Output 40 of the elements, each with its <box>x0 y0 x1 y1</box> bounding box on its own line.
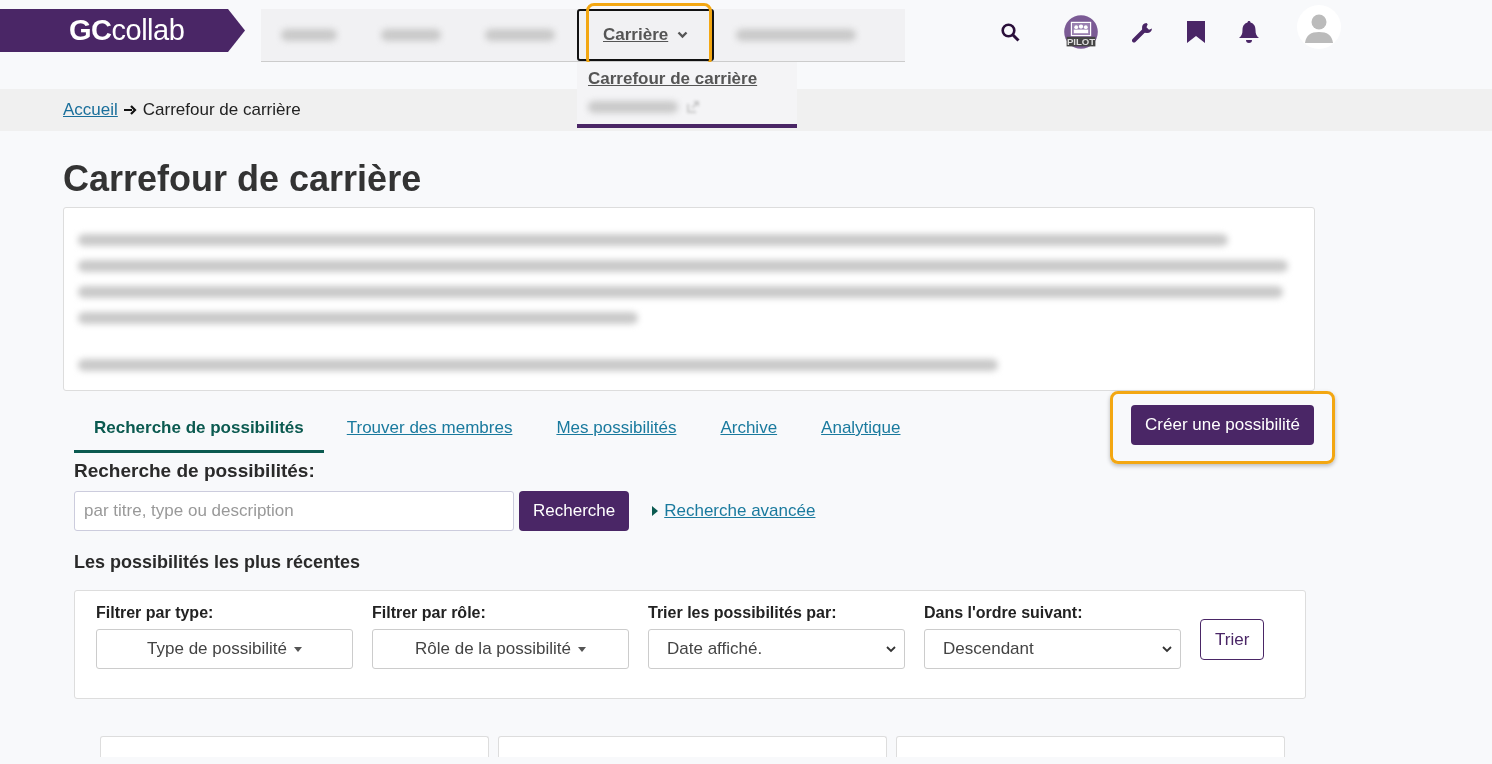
filter-label: Filtrer par type: <box>96 604 215 622</box>
caret-icon <box>577 646 586 652</box>
advanced-search-link[interactable]: Recherche avancée <box>664 501 816 521</box>
filter-label: Trier les possibilités par: <box>648 604 838 622</box>
chevron-icon <box>677 31 689 39</box>
arrow-icon <box>123 105 137 115</box>
search-button[interactable]: Recherche <box>519 491 630 531</box>
tab[interactable]: Archive <box>699 407 799 453</box>
chevron-icon <box>1162 645 1172 653</box>
create-button[interactable]: Créer une possibilité <box>1131 405 1314 445</box>
chevron-icon <box>886 645 896 653</box>
sort-select[interactable]: Date affiché. <box>648 629 905 669</box>
filter-label: Dans l'ordre suivant: <box>924 604 1084 622</box>
bell-icon[interactable] <box>1238 20 1260 44</box>
sort-button[interactable]: Trier <box>1200 619 1265 660</box>
dropdown-link[interactable]: Carrefour de carrière <box>577 68 797 90</box>
filter-dropdown[interactable]: Rôle de la possibilité <box>372 629 629 669</box>
tab[interactable]: Analytique <box>800 407 922 453</box>
gccollab-logo[interactable]: GCcollab <box>0 9 245 52</box>
breadcrumb-current: Carrefour de carrière <box>142 100 301 120</box>
sort-select[interactable]: Descendant <box>924 629 1181 669</box>
tab[interactable]: Recherche de possibilités <box>74 407 324 453</box>
group-pilot-icon[interactable]: PILOT <box>1063 14 1099 50</box>
search-icon[interactable] <box>1001 22 1020 42</box>
filter-dropdown[interactable]: Type de possibilité <box>96 629 353 669</box>
search-label: Recherche de possibilités: <box>74 460 316 482</box>
breadcrumb-link[interactable]: Accueil <box>63 100 118 120</box>
external-link-icon <box>686 100 700 114</box>
pilot-label: PILOT <box>1066 35 1096 47</box>
section-heading: Les possibilités les plus récentes <box>74 552 362 573</box>
caret-icon <box>293 646 302 652</box>
page-title: Carrefour de carrière <box>63 159 423 199</box>
caret-icon <box>652 506 659 516</box>
bookmark-icon[interactable] <box>1187 21 1205 43</box>
wrench-icon[interactable] <box>1132 21 1154 43</box>
tab[interactable]: Trouver des membres <box>325 407 534 453</box>
logo-text: GCcollab <box>69 14 185 47</box>
search-field[interactable]: par titre, type ou description <box>74 491 514 531</box>
tab[interactable]: Mes possibilités <box>535 407 698 453</box>
filter-label: Filtrer par rôle: <box>372 604 487 622</box>
